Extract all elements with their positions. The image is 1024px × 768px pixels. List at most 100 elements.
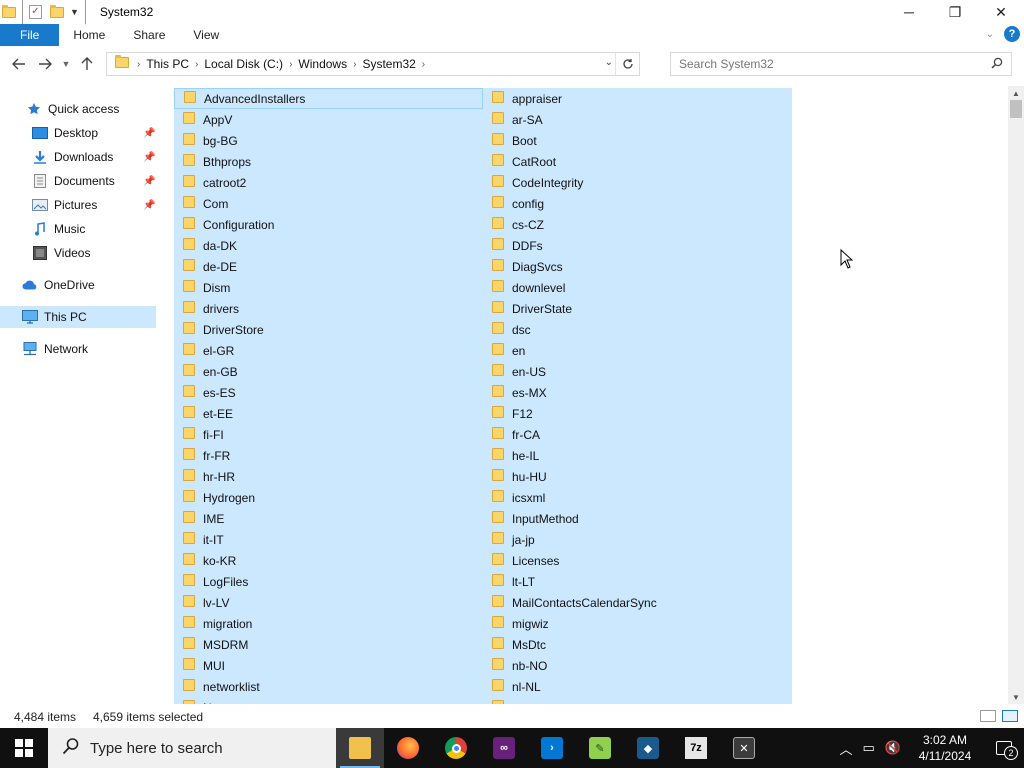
pin-icon[interactable]: 📌 xyxy=(143,176,155,187)
folder-item[interactable]: oo xyxy=(483,697,792,704)
refresh-button[interactable] xyxy=(615,53,639,75)
taskbar-firefox[interactable] xyxy=(384,728,432,768)
tab-home[interactable]: Home xyxy=(59,24,119,46)
folder-item[interactable]: migration xyxy=(174,613,483,634)
vertical-scrollbar[interactable]: ▲ ▼ xyxy=(1008,86,1024,704)
help-icon[interactable]: ? xyxy=(1004,26,1020,42)
folder-item[interactable]: fi-FI xyxy=(174,424,483,445)
breadcrumb-windows[interactable]: Windows xyxy=(294,57,351,71)
customize-toolbar-icon[interactable]: ▼ xyxy=(70,0,79,24)
folder-item[interactable]: Hydrogen xyxy=(174,487,483,508)
folder-item[interactable]: CatRoot xyxy=(483,151,792,172)
action-center-button[interactable]: 2 xyxy=(984,728,1024,768)
folder-item[interactable]: el-GR xyxy=(174,340,483,361)
folder-item[interactable]: en-US xyxy=(483,361,792,382)
taskbar-search[interactable]: Type here to search xyxy=(48,728,336,768)
folder-item[interactable]: es-ES xyxy=(174,382,483,403)
nav-item-network[interactable]: Network xyxy=(22,338,156,360)
folder-item[interactable]: it-IT xyxy=(174,529,483,550)
chevron-down-icon[interactable]: ⌄ xyxy=(605,57,613,68)
nav-item-desktop[interactable]: Desktop xyxy=(32,122,156,144)
folder-item[interactable]: cs-CZ xyxy=(483,214,792,235)
close-button[interactable]: ✕ xyxy=(978,0,1024,24)
folder-item[interactable]: appraiser xyxy=(483,88,792,109)
chevron-right-icon[interactable]: › xyxy=(287,59,294,70)
folder-item[interactable]: ar-SA xyxy=(483,109,792,130)
taskbar-terminal[interactable]: ✕ xyxy=(720,728,768,768)
nav-item-pictures[interactable]: Pictures xyxy=(32,194,156,216)
taskbar-file-explorer[interactable] xyxy=(336,728,384,768)
nav-item-downloads[interactable]: Downloads xyxy=(32,146,156,168)
folder-item[interactable]: hr-HR xyxy=(174,466,483,487)
folder-item[interactable]: downlevel xyxy=(483,277,792,298)
nav-item-videos[interactable]: Videos xyxy=(32,242,156,264)
taskbar-7zip[interactable]: 7z xyxy=(672,728,720,768)
folder-item[interactable]: InputMethod xyxy=(483,508,792,529)
minimize-button[interactable]: ─ xyxy=(886,0,932,24)
up-button[interactable] xyxy=(74,51,100,77)
folder-icon[interactable] xyxy=(2,0,16,24)
folder-item[interactable]: lv-LV xyxy=(174,592,483,613)
folder-item[interactable]: Com xyxy=(174,193,483,214)
search-icon[interactable] xyxy=(991,57,1003,69)
folder-item[interactable]: AdvancedInstallers xyxy=(174,88,483,109)
breadcrumb-this-pc[interactable]: This PC xyxy=(142,57,193,71)
scroll-up-button[interactable]: ▲ xyxy=(1008,86,1024,100)
chevron-right-icon[interactable]: › xyxy=(420,59,427,70)
folder-item[interactable]: icsxml xyxy=(483,487,792,508)
tab-file[interactable]: File xyxy=(0,24,60,46)
folder-item[interactable]: LogFiles xyxy=(174,571,483,592)
folder-item[interactable]: Bthprops xyxy=(174,151,483,172)
taskbar-vscode[interactable]: › xyxy=(528,728,576,768)
folder-item[interactable]: migwiz xyxy=(483,613,792,634)
folder-item[interactable]: fr-FR xyxy=(174,445,483,466)
nav-item-music[interactable]: Music xyxy=(32,218,156,240)
taskbar-visual-studio[interactable]: ∞ xyxy=(480,728,528,768)
nav-item-onedrive[interactable]: OneDrive xyxy=(22,274,156,296)
folder-item[interactable]: DiagSvcs xyxy=(483,256,792,277)
folder-item[interactable]: DDFs xyxy=(483,235,792,256)
folder-item[interactable]: fr-CA xyxy=(483,424,792,445)
pin-icon[interactable]: 📌 xyxy=(143,152,155,163)
folder-item[interactable]: MSDRM xyxy=(174,634,483,655)
folder-item[interactable]: networklist xyxy=(174,676,483,697)
start-button[interactable] xyxy=(0,728,48,768)
folder-item[interactable]: MailContactsCalendarSync xyxy=(483,592,792,613)
folder-item[interactable]: CodeIntegrity xyxy=(483,172,792,193)
taskbar-chrome[interactable] xyxy=(432,728,480,768)
folder-item[interactable]: nb-NO xyxy=(483,655,792,676)
folder-item[interactable]: de-DE xyxy=(174,256,483,277)
folder-item[interactable]: Dism xyxy=(174,277,483,298)
details-view-button[interactable] xyxy=(980,710,996,722)
folder-item[interactable]: hu-HU xyxy=(483,466,792,487)
folder-item[interactable]: config xyxy=(483,193,792,214)
nav-item-documents[interactable]: Documents xyxy=(32,170,156,192)
folder-item[interactable]: Ns xyxy=(174,697,483,704)
folder-item[interactable]: he-IL xyxy=(483,445,792,466)
folder-item[interactable]: catroot2 xyxy=(174,172,483,193)
back-button[interactable] xyxy=(6,51,32,77)
folder-item[interactable]: ja-jp xyxy=(483,529,792,550)
scroll-down-button[interactable]: ▼ xyxy=(1008,690,1024,704)
folder-item[interactable]: Configuration xyxy=(174,214,483,235)
folder-item[interactable]: MsDtc xyxy=(483,634,792,655)
folder-item[interactable]: DriverStore xyxy=(174,319,483,340)
folder-item[interactable]: et-EE xyxy=(174,403,483,424)
new-folder-icon[interactable] xyxy=(50,0,64,24)
search-input[interactable] xyxy=(671,57,971,71)
address-bar[interactable]: › This PC › Local Disk (C:) › Windows › … xyxy=(106,52,640,76)
tab-share[interactable]: Share xyxy=(119,24,179,46)
folder-item[interactable]: dsc xyxy=(483,319,792,340)
tab-view[interactable]: View xyxy=(179,24,233,46)
forward-button[interactable] xyxy=(32,51,58,77)
folder-item[interactable]: Licenses xyxy=(483,550,792,571)
large-icons-view-button[interactable] xyxy=(1002,710,1018,722)
system-clock[interactable]: 3:02 AM 4/11/2024 xyxy=(906,732,984,764)
folder-item[interactable]: Boot xyxy=(483,130,792,151)
folder-item[interactable]: ko-KR xyxy=(174,550,483,571)
taskbar-notepad-plus-plus[interactable]: ✎ xyxy=(576,728,624,768)
recent-locations-button[interactable]: ▼ xyxy=(58,51,74,77)
nav-item-quick-access[interactable]: Quick access xyxy=(26,98,156,120)
folder-item[interactable]: lt-LT xyxy=(483,571,792,592)
network-status-icon[interactable]: ▭ xyxy=(858,740,880,756)
